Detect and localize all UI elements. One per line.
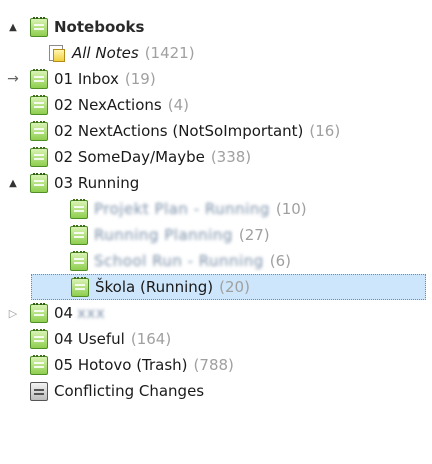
notebook-count: (788) <box>193 356 234 374</box>
notebook-label: School Run - Running <box>94 252 264 270</box>
notebook-icon <box>70 198 88 219</box>
stack-label-obscured: xxx <box>77 304 106 322</box>
notebook-count: (6) <box>269 252 291 270</box>
notebook-item-hotovo-trash[interactable]: 05 Hotovo (Trash) (788) <box>0 352 432 378</box>
notebook-label: Projekt Plan - Running <box>94 200 270 218</box>
notebook-label: 02 NexActions <box>54 96 162 114</box>
notebook-stack-04[interactable]: ▷ 04 xxx <box>0 300 432 326</box>
notebook-item-nexactions[interactable]: 02 NexActions (4) <box>0 92 432 118</box>
notebook-count: (16) <box>309 122 341 140</box>
notebook-item-running-2[interactable]: Running Planning (27) <box>0 222 432 248</box>
collapsed-triangle-icon[interactable]: ▷ <box>6 306 20 320</box>
notebook-label: 05 Hotovo (Trash) <box>54 356 188 374</box>
conflict-notebook-icon <box>30 381 48 401</box>
notebook-stack-icon <box>30 16 48 37</box>
expand-triangle-icon[interactable]: ▲ <box>6 20 20 34</box>
notebook-icon <box>70 224 88 245</box>
notebook-item-inbox[interactable]: → 01 Inbox (19) <box>0 66 432 92</box>
notebook-item-skola-running[interactable]: Škola (Running) (20) <box>31 274 426 300</box>
notebook-tree: ▲ Notebooks All Notes (1421) → 01 Inbox … <box>0 0 432 464</box>
all-notes-item[interactable]: All Notes (1421) <box>0 40 432 66</box>
notebook-icon <box>30 120 48 141</box>
conflicting-changes-label: Conflicting Changes <box>54 382 205 400</box>
notebook-item-useful[interactable]: 04 Useful (164) <box>0 326 432 352</box>
all-notes-count: (1421) <box>144 44 195 62</box>
notebook-label: Running Planning <box>94 226 233 244</box>
notebook-label: 01 Inbox <box>54 70 119 88</box>
notebook-count: (164) <box>130 330 172 348</box>
notebook-label: 02 SomeDay/Maybe <box>54 148 205 166</box>
stack-label: 04 <box>54 304 74 322</box>
stack-label: 03 Running <box>54 174 140 192</box>
notebook-count: (338) <box>210 148 252 166</box>
conflicting-changes-item[interactable]: Conflicting Changes <box>0 378 432 404</box>
notebooks-label: Notebooks <box>54 18 145 36</box>
notebook-icon <box>30 328 48 349</box>
expand-triangle-icon[interactable]: ▲ <box>6 176 20 190</box>
notebook-count: (19) <box>124 70 156 88</box>
notebook-label: 04 Useful <box>54 330 125 348</box>
notebook-count: (10) <box>275 200 307 218</box>
notebook-label: Škola (Running) <box>95 278 214 296</box>
notebook-icon <box>30 68 48 89</box>
notebook-item-running-3[interactable]: School Run - Running (6) <box>0 248 432 274</box>
notebook-item-someday-maybe[interactable]: 02 SomeDay/Maybe (338) <box>0 144 432 170</box>
notebook-count: (27) <box>238 226 270 244</box>
default-notebook-arrow-icon: → <box>7 71 19 87</box>
notebook-count: (4) <box>167 96 189 114</box>
notebook-icon <box>30 94 48 115</box>
all-notes-icon <box>48 44 66 63</box>
notebook-item-nextactions-notsoimportant[interactable]: 02 NextActions (NotSoImportant) (16) <box>0 118 432 144</box>
notebook-item-running-1[interactable]: Projekt Plan - Running (10) <box>0 196 432 222</box>
notebooks-root[interactable]: ▲ Notebooks <box>0 14 432 40</box>
notebook-stack-icon <box>30 302 48 323</box>
notebook-label: 02 NextActions (NotSoImportant) <box>54 122 304 140</box>
notebook-icon <box>70 250 88 271</box>
all-notes-label: All Notes <box>72 44 139 62</box>
notebook-stack-icon <box>30 172 48 193</box>
notebook-icon <box>30 146 48 167</box>
notebook-icon <box>71 276 89 297</box>
notebook-count: (20) <box>219 278 250 296</box>
notebook-icon <box>30 354 48 375</box>
notebook-stack-running[interactable]: ▲ 03 Running <box>0 170 432 196</box>
